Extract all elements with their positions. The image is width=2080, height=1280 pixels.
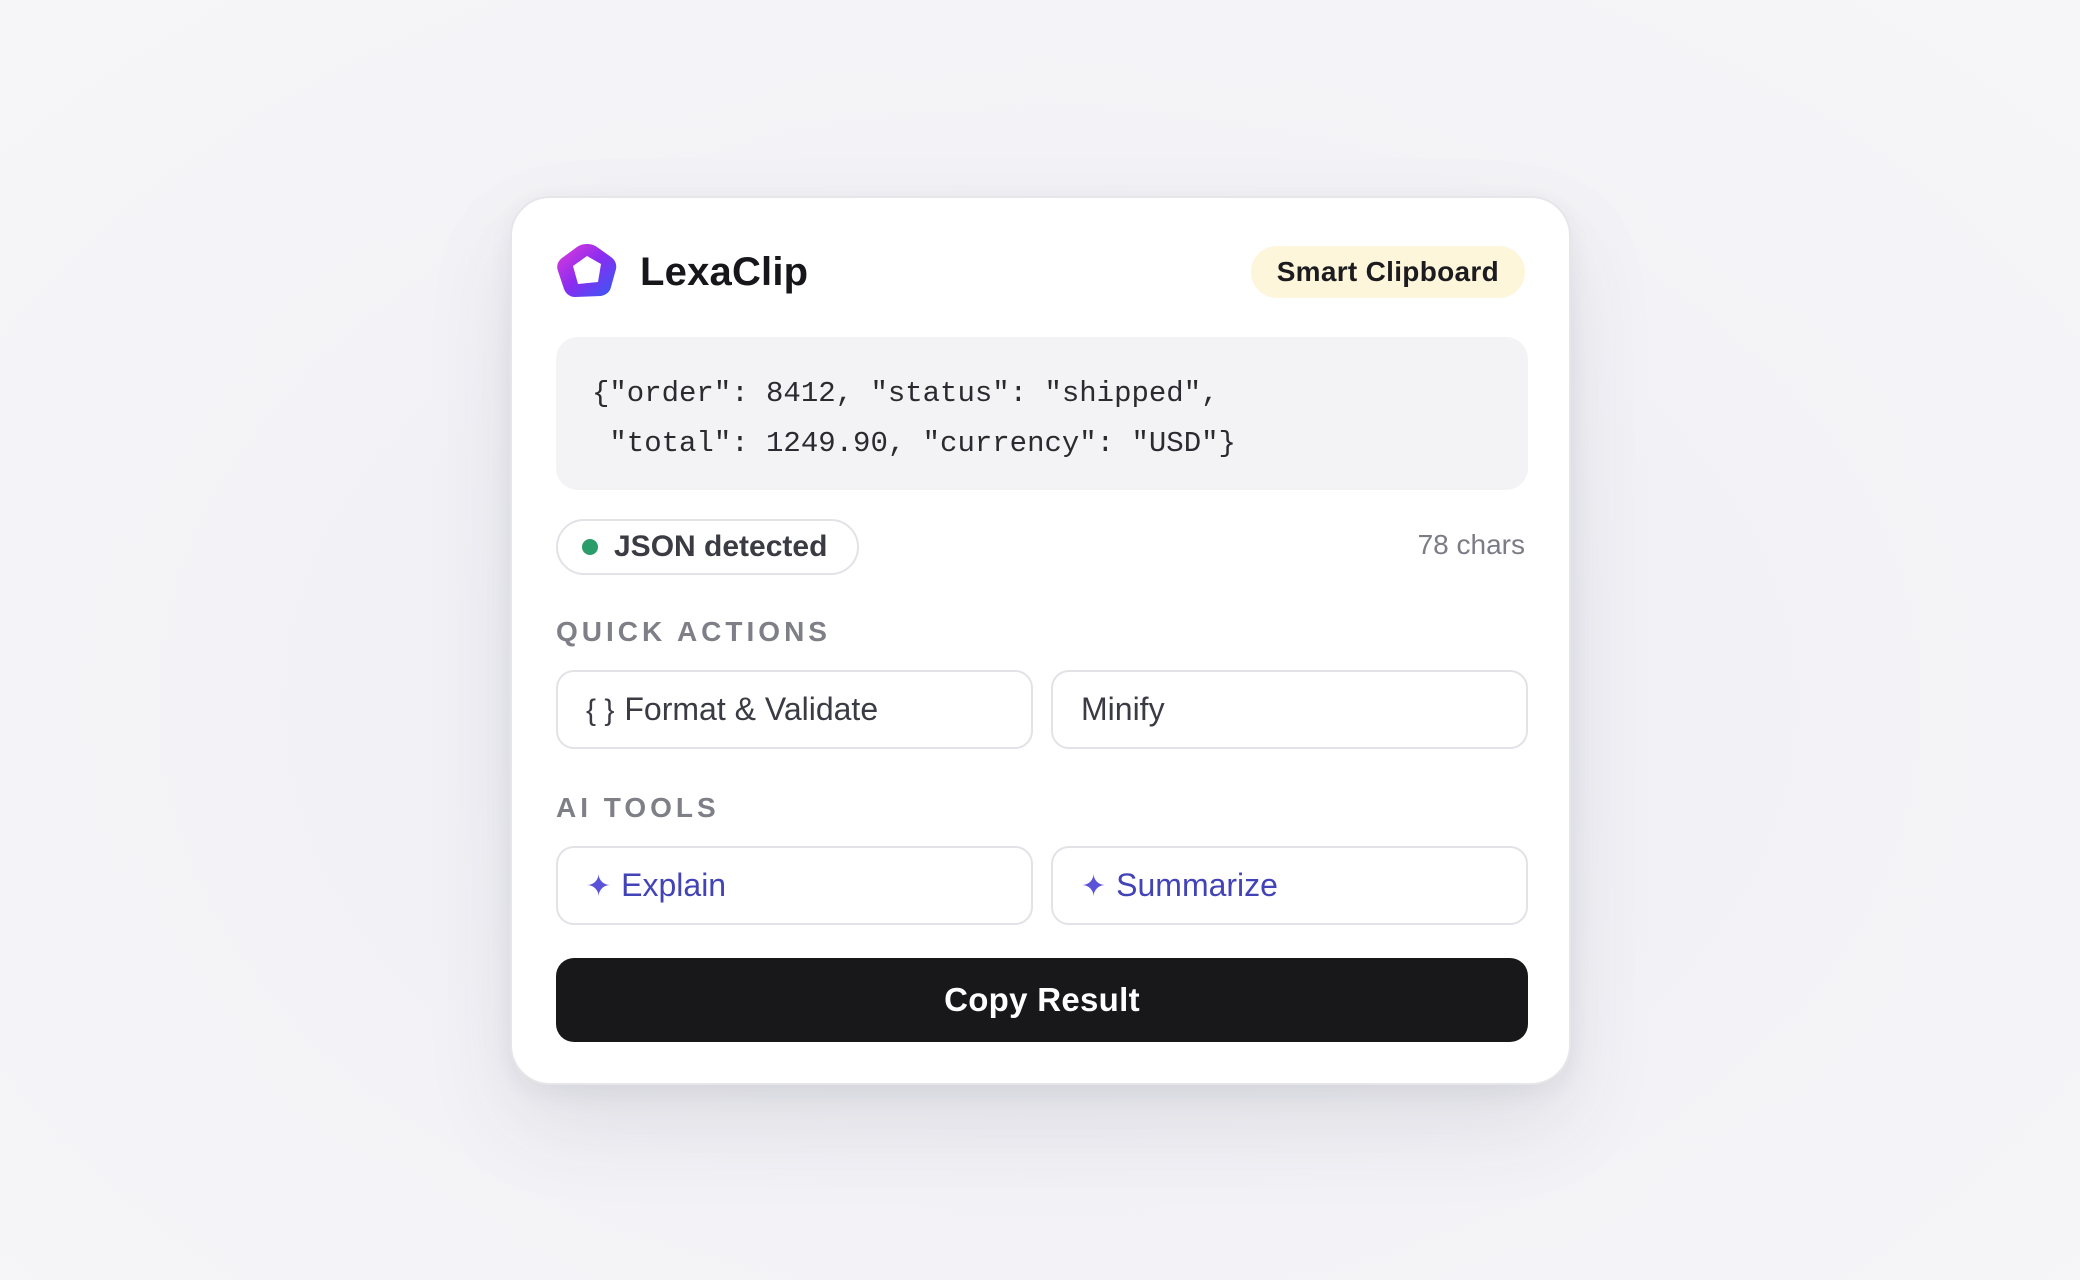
explain-label: Explain (621, 867, 727, 903)
status-dot-icon (582, 539, 598, 555)
braces-icon: { } (586, 694, 615, 727)
ai-tools-heading: AI TOOLS (556, 792, 720, 823)
sparkle-icon: ✦ (586, 870, 612, 903)
format-validate-label: Format & Validate (624, 691, 879, 727)
sparkle-icon: ✦ (1081, 870, 1107, 903)
app-title: LexaClip (640, 250, 809, 294)
minify-button[interactable]: Minify (1051, 670, 1528, 749)
char-count: 78 chars (1417, 529, 1525, 560)
summarize-label: Summarize (1116, 867, 1278, 903)
format-validate-button[interactable]: { } Format & Validate (556, 670, 1033, 749)
lexaclip-logo-icon (557, 244, 617, 297)
format-detected-label: JSON detected (614, 530, 828, 563)
format-detected-badge: JSON detected (556, 519, 860, 575)
lexaclip-panel: LexaClip Smart Clipboard {"order": 8412,… (510, 196, 1571, 1085)
mode-badge: Smart Clipboard (1250, 246, 1525, 298)
status-row: JSON detected 78 chars (556, 519, 1525, 575)
explain-button[interactable]: ✦ Explain (556, 846, 1033, 925)
minify-label: Minify (1081, 691, 1165, 727)
quick-actions-heading: QUICK ACTIONS (556, 616, 831, 647)
panel-header: LexaClip Smart Clipboard (556, 242, 1525, 304)
summarize-button[interactable]: ✦ Summarize (1051, 846, 1528, 925)
copy-result-button[interactable]: Copy Result (556, 958, 1528, 1042)
desktop-background: LexaClip Smart Clipboard {"order": 8412,… (0, 0, 2080, 1280)
clipboard-preview: {"order": 8412, "status": "shipped", "to… (556, 337, 1528, 490)
